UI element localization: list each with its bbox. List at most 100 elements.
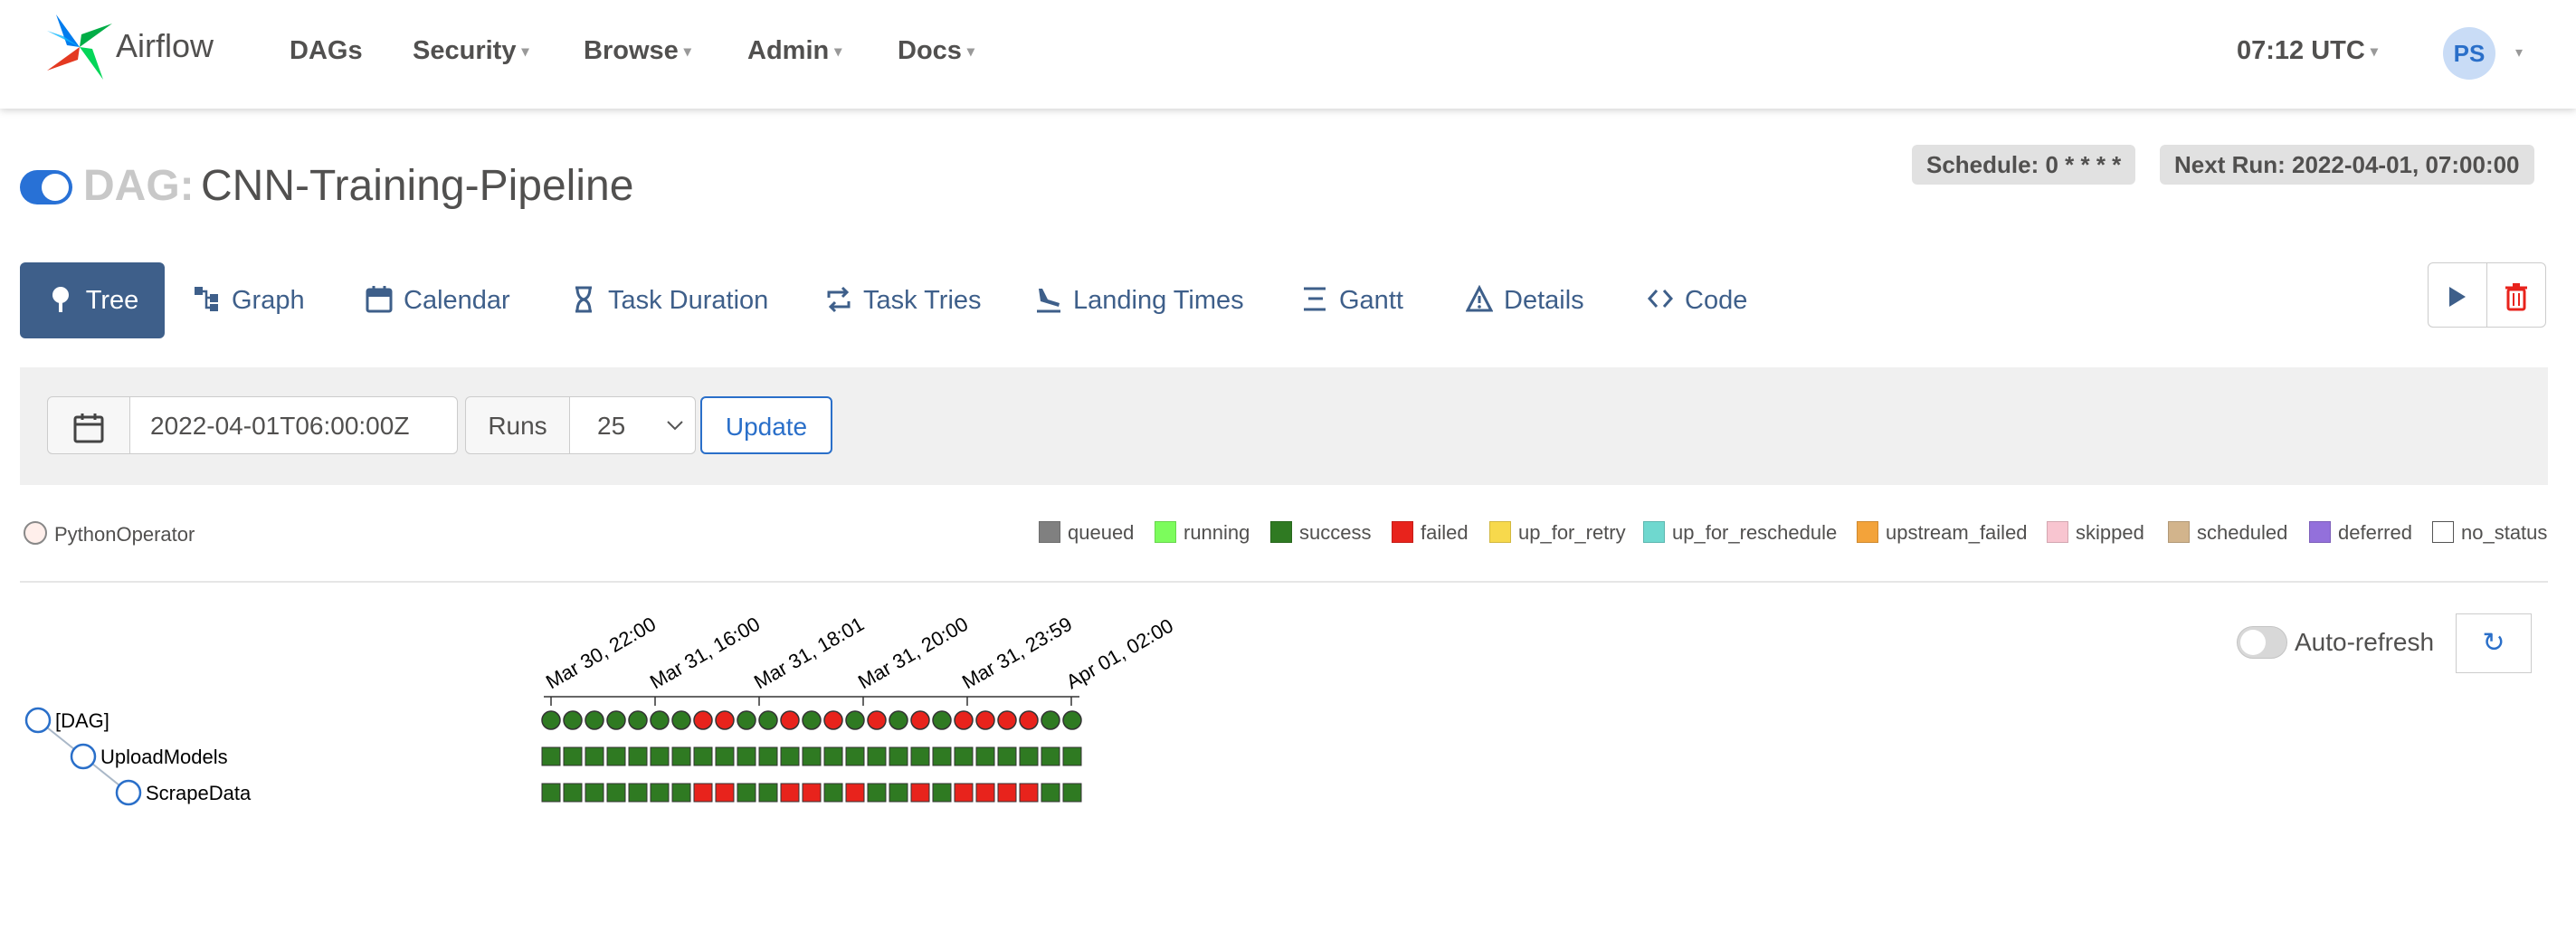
task-instance-square[interactable]	[954, 783, 974, 803]
tab-calendar[interactable]: Calendar	[364, 262, 510, 338]
dag-run-circle[interactable]	[1041, 710, 1060, 730]
airflow-logo-icon[interactable]	[45, 13, 114, 81]
task-instance-square[interactable]	[715, 783, 735, 803]
dag-run-circle[interactable]	[737, 710, 756, 730]
task-instance-square[interactable]	[758, 783, 778, 803]
task-instance-square[interactable]	[1041, 746, 1060, 766]
task-instance-square[interactable]	[823, 746, 843, 766]
task-instance-square[interactable]	[889, 746, 908, 766]
task-instance-square[interactable]	[780, 783, 800, 803]
task-instance-square[interactable]	[585, 783, 604, 803]
tab-landing-times[interactable]: Landing Times	[1033, 262, 1244, 338]
tree-node-label[interactable]: ScrapeData	[146, 782, 252, 804]
dag-run-circle[interactable]	[997, 710, 1017, 730]
task-instance-square[interactable]	[606, 746, 626, 766]
task-instance-square[interactable]	[737, 783, 756, 803]
task-instance-square[interactable]	[910, 746, 930, 766]
dag-run-circle[interactable]	[541, 710, 561, 730]
dag-run-circle[interactable]	[910, 710, 930, 730]
nav-dags[interactable]: DAGs	[290, 36, 363, 66]
tab-details[interactable]: Details	[1464, 262, 1584, 338]
task-instance-square[interactable]	[823, 783, 843, 803]
task-instance-square[interactable]	[1062, 783, 1082, 803]
task-instance-square[interactable]	[889, 783, 908, 803]
task-instance-square[interactable]	[758, 746, 778, 766]
task-instance-square[interactable]	[563, 783, 583, 803]
tab-task-duration[interactable]: Task Duration	[568, 262, 768, 338]
auto-refresh-toggle[interactable]	[2237, 626, 2287, 659]
task-instance-square[interactable]	[693, 783, 713, 803]
brand-name[interactable]: Airflow	[116, 27, 214, 65]
task-instance-square[interactable]	[975, 746, 995, 766]
dag-run-circle[interactable]	[823, 710, 843, 730]
tree-node-label[interactable]: [DAG]	[55, 709, 109, 732]
task-instance-square[interactable]	[1062, 746, 1082, 766]
task-instance-square[interactable]	[671, 783, 691, 803]
tree-node-label[interactable]: UploadModels	[100, 746, 228, 768]
task-instance-square[interactable]	[1019, 746, 1039, 766]
task-instance-square[interactable]	[585, 746, 604, 766]
task-instance-square[interactable]	[802, 783, 822, 803]
update-button[interactable]: Update	[700, 396, 832, 454]
dag-run-circle[interactable]	[889, 710, 908, 730]
task-instance-square[interactable]	[693, 746, 713, 766]
tab-task-tries[interactable]: Task Tries	[823, 262, 982, 338]
dag-run-circle[interactable]	[954, 710, 974, 730]
trigger-dag-button[interactable]	[2428, 262, 2487, 328]
task-instance-square[interactable]	[628, 746, 648, 766]
avatar[interactable]: PS	[2443, 27, 2495, 80]
dag-run-circle[interactable]	[867, 710, 887, 730]
task-instance-square[interactable]	[563, 746, 583, 766]
task-instance-square[interactable]	[780, 746, 800, 766]
task-instance-square[interactable]	[932, 746, 952, 766]
tab-code[interactable]: Code	[1645, 262, 1747, 338]
task-instance-square[interactable]	[910, 783, 930, 803]
tree-node-toggle[interactable]	[115, 779, 142, 806]
runs-select[interactable]: 25	[569, 396, 696, 454]
dag-run-circle[interactable]	[671, 710, 691, 730]
dag-run-circle[interactable]	[563, 710, 583, 730]
tab-gantt[interactable]: Gantt	[1299, 262, 1403, 338]
dag-run-circle[interactable]	[802, 710, 822, 730]
dag-run-circle[interactable]	[693, 710, 713, 730]
clock[interactable]: 07:12 UTC ▾	[2237, 36, 2378, 66]
task-instance-square[interactable]	[737, 746, 756, 766]
task-instance-square[interactable]	[845, 746, 865, 766]
refresh-button[interactable]: ↻	[2456, 613, 2532, 673]
task-instance-square[interactable]	[997, 783, 1017, 803]
task-instance-square[interactable]	[954, 746, 974, 766]
dag-run-circle[interactable]	[1062, 710, 1082, 730]
tab-graph[interactable]: Graph	[192, 262, 305, 338]
task-instance-square[interactable]	[802, 746, 822, 766]
dag-run-circle[interactable]	[650, 710, 670, 730]
dag-run-circle[interactable]	[845, 710, 865, 730]
dag-run-circle[interactable]	[975, 710, 995, 730]
task-instance-square[interactable]	[715, 746, 735, 766]
task-instance-square[interactable]	[541, 783, 561, 803]
task-instance-square[interactable]	[932, 783, 952, 803]
dag-run-circle[interactable]	[715, 710, 735, 730]
task-instance-square[interactable]	[1019, 783, 1039, 803]
task-instance-square[interactable]	[650, 783, 670, 803]
nav-admin[interactable]: Admin ▾	[747, 36, 841, 66]
task-instance-square[interactable]	[997, 746, 1017, 766]
dag-run-circle[interactable]	[606, 710, 626, 730]
base-date-input[interactable]: 2022-04-01T06:00:00Z	[129, 396, 458, 454]
tab-tree[interactable]: Tree	[20, 262, 165, 338]
tree-node-toggle[interactable]	[70, 743, 97, 770]
dag-run-circle[interactable]	[585, 710, 604, 730]
task-instance-square[interactable]	[867, 746, 887, 766]
task-instance-square[interactable]	[845, 783, 865, 803]
delete-dag-button[interactable]	[2486, 262, 2546, 328]
dag-run-circle[interactable]	[628, 710, 648, 730]
dag-enable-toggle[interactable]	[20, 170, 72, 204]
nav-browse[interactable]: Browse ▾	[584, 36, 691, 66]
task-instance-square[interactable]	[1041, 783, 1060, 803]
chevron-down-icon[interactable]: ▾	[2515, 43, 2523, 62]
dag-run-circle[interactable]	[780, 710, 800, 730]
task-instance-square[interactable]	[671, 746, 691, 766]
task-instance-square[interactable]	[650, 746, 670, 766]
calendar-picker-button[interactable]	[47, 396, 130, 454]
dag-run-circle[interactable]	[932, 710, 952, 730]
task-instance-square[interactable]	[541, 746, 561, 766]
